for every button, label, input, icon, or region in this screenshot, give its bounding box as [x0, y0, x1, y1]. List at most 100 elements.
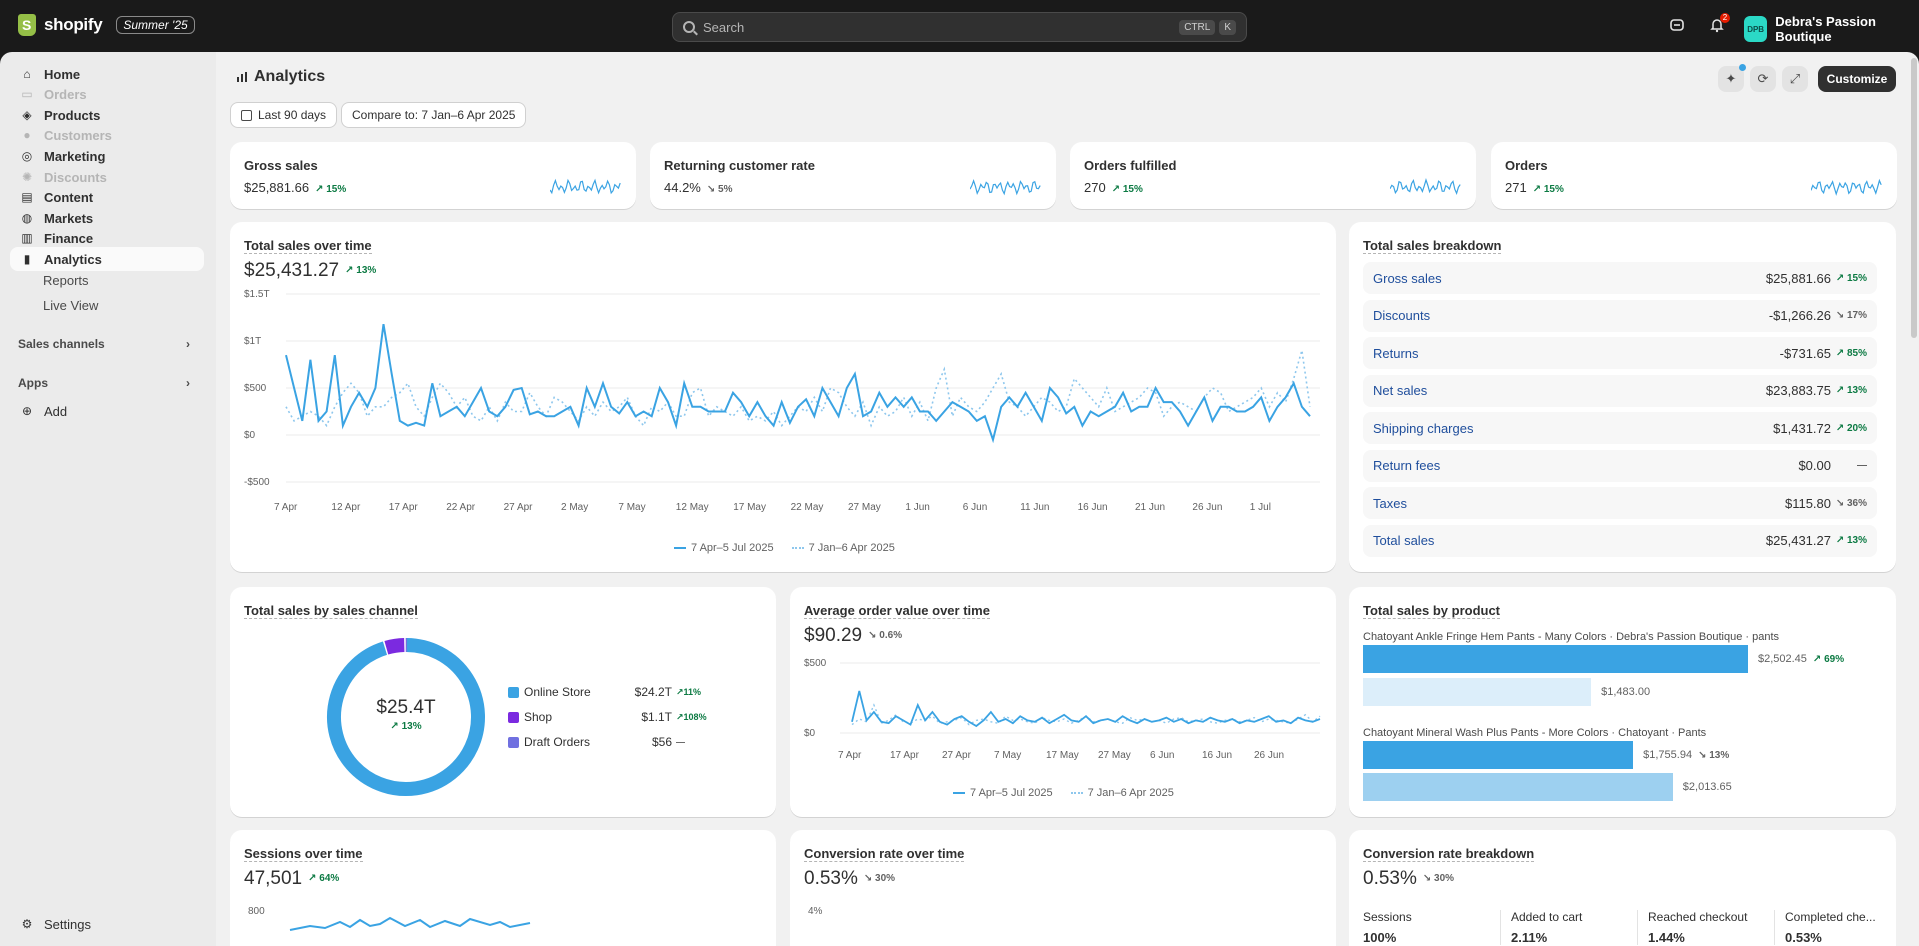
sidebar-item-label: Marketing: [44, 148, 106, 164]
donut-slice-shop: [384, 638, 405, 655]
product-bar-previous[interactable]: [1363, 678, 1592, 706]
change-text: —: [1857, 460, 1867, 471]
breakdown-label[interactable]: Total sales: [1373, 533, 1766, 548]
channel-legend-row[interactable]: Draft Orders $56 —: [508, 735, 708, 749]
aov-value: $90.29 ↘ 0.6%: [804, 625, 902, 647]
channel-change: ↗11%: [676, 686, 702, 697]
legend-previous[interactable]: 7 Jan–6 Apr 2025: [1070, 787, 1174, 799]
x-tick-label: 27 Apr: [504, 502, 534, 513]
breakdown-row-shipping-charges[interactable]: Shipping charges $1,431.72 ↗ 20%: [1363, 412, 1877, 444]
breakdown-value: $25,881.66: [1765, 270, 1831, 286]
total-sales-over-time-card[interactable]: Total sales over time $25,431.27 ↗ 13% $1…: [230, 222, 1336, 572]
breakdown-label[interactable]: Returns: [1373, 346, 1780, 361]
sidebar-item-label: Products: [44, 107, 101, 123]
compare-button[interactable]: Compare to: 7 Jan–6 Apr 2025: [341, 102, 527, 128]
search-bar[interactable]: Search CTRL K: [672, 12, 1247, 42]
apps-section[interactable]: Apps ›: [18, 376, 190, 390]
kpi-card-orders[interactable]: Orders 271 ↗ 15%: [1491, 142, 1897, 209]
sales-by-channel-card[interactable]: Total sales by sales channel $25.4T ↗ 13…: [230, 587, 776, 817]
refresh-icon[interactable]: ⟳: [1750, 66, 1776, 92]
breakdown-label[interactable]: Taxes: [1373, 496, 1785, 511]
sales-channels-section[interactable]: Sales channels ›: [18, 337, 190, 351]
sidebar-item-settings[interactable]: ⚙ Settings: [10, 912, 204, 936]
sidebar-item-reports[interactable]: Reports: [10, 268, 204, 292]
product-bar-current-label: $2,502.45 ↗ 69%: [1758, 653, 1844, 665]
breakdown-label[interactable]: Shipping charges: [1373, 421, 1773, 436]
kpi-sparkline-path: [970, 178, 1041, 196]
customize-button[interactable]: Customize: [1818, 66, 1896, 92]
product-bar-previous[interactable]: [1363, 773, 1673, 801]
legend-current[interactable]: 7 Apr–5 Jul 2025: [953, 787, 1053, 799]
change-text: 36%: [1846, 497, 1867, 509]
channel-legend-row[interactable]: Online Store $24.2T ↗11%: [508, 685, 708, 699]
change-text: 5%: [718, 184, 733, 195]
funnel-step-value: 1.44%: [1648, 930, 1685, 945]
chart-legend: 7 Apr–5 Jul 2025 7 Jan–6 Apr 2025: [953, 787, 1174, 799]
breakdown-label[interactable]: Gross sales: [1373, 271, 1766, 286]
breakdown-row-discounts[interactable]: Discounts -$1,266.26 ↘ 17%: [1363, 299, 1877, 332]
bell-icon[interactable]: 2: [1708, 13, 1730, 35]
breakdown-label[interactable]: Discounts: [1373, 308, 1769, 323]
sidebar-item-label: Home: [44, 66, 81, 82]
product-bar-previous-label: $2,013.65: [1682, 781, 1732, 793]
funnel-step[interactable]: Completed che... 0.53%: [1774, 910, 1876, 945]
change-text: 20%: [1846, 422, 1867, 434]
kpi-sparkline: [970, 178, 1041, 196]
kpi-value: 44.2% ↘ 5%: [664, 180, 733, 195]
breakdown-row-gross-sales[interactable]: Gross sales $25,881.66 ↗ 15%: [1363, 262, 1877, 294]
sidebar-item-live-view[interactable]: Live View: [10, 293, 204, 317]
expand-icon[interactable]: ⤢: [1782, 66, 1808, 92]
breakdown-row-taxes[interactable]: Taxes $115.80 ↘ 36%: [1363, 487, 1877, 519]
product-bar-current[interactable]: [1363, 645, 1748, 673]
aov-card[interactable]: Average order value over time $90.29 ↘ 0.…: [790, 587, 1336, 817]
conversion-card[interactable]: Conversion rate over time 0.53% ↘ 30% 4%: [790, 830, 1336, 946]
page-scrollbar[interactable]: [1911, 58, 1917, 338]
channel-legend-row[interactable]: Shop $1.1T ↗108%: [508, 710, 708, 724]
breakdown-row-returns[interactable]: Returns -$731.65 ↗ 85%: [1363, 337, 1877, 369]
breakdown-label[interactable]: Net sales: [1373, 383, 1766, 398]
change-text: 108%: [683, 711, 707, 722]
kpi-sparkline-path: [1811, 178, 1882, 196]
x-tick-label: 26 Jun: [1254, 750, 1284, 761]
date-range-button[interactable]: Last 90 days: [230, 102, 338, 128]
legend-label: 7 Jan–6 Apr 2025: [808, 542, 895, 554]
conversion-breakdown-card[interactable]: Conversion rate breakdown 0.53% ↘ 30% Ses…: [1349, 830, 1896, 946]
change-text: 0.6%: [879, 630, 903, 642]
total-sales-breakdown-card[interactable]: Total sales breakdown Gross sales $25,881…: [1349, 222, 1896, 572]
change-text: 15%: [1543, 184, 1564, 195]
legend-previous[interactable]: 7 Jan–6 Apr 2025: [791, 542, 895, 554]
kpi-card-orders-fulfilled[interactable]: Orders fulfilled 270 ↗ 15%: [1070, 142, 1476, 209]
sparkle-icon[interactable]: ✦: [1718, 64, 1746, 92]
date-range-label: Last 90 days: [258, 108, 327, 122]
legend-dotted-swatch: [791, 547, 804, 549]
sidekick-icon[interactable]: [1668, 17, 1686, 35]
breakdown-value: -$1,266.26: [1768, 308, 1831, 323]
product-name[interactable]: Chatoyant Mineral Wash Plus Pants - More…: [1363, 727, 1706, 739]
breakdown-row-return-fees[interactable]: Return fees $0.00 —: [1363, 449, 1877, 482]
kpi-card-gross-sales[interactable]: Gross sales $25,881.66 ↗ 15%: [230, 142, 636, 209]
sales-by-product-card[interactable]: Total sales by product Chatoyant Ankle F…: [1349, 587, 1896, 817]
breakdown-label[interactable]: Return fees: [1373, 458, 1798, 473]
kpi-value: 270 ↗ 15%: [1084, 180, 1143, 195]
breakdown-change: ↗ 13%: [1835, 535, 1867, 546]
breakdown-row-net-sales[interactable]: Net sales $23,883.75 ↗ 13%: [1363, 374, 1877, 407]
card-title: Total sales by product: [1363, 603, 1501, 619]
add-app-button[interactable]: ⊕ Add: [10, 399, 204, 423]
product-bar-current[interactable]: [1363, 741, 1634, 769]
breakdown-row-total-sales[interactable]: Total sales $25,431.27 ↗ 13%: [1363, 524, 1877, 557]
funnel-step[interactable]: Added to cart 2.11%: [1500, 910, 1582, 945]
card-title: Total sales over time: [244, 238, 372, 254]
shopify-logo[interactable]: shopify Summer '25: [18, 14, 195, 36]
product-name[interactable]: Chatoyant Ankle Fringe Hem Pants - Many …: [1363, 631, 1779, 643]
x-tick-label: 22 Apr: [446, 502, 476, 513]
x-tick-label: 12 May: [676, 502, 709, 513]
kpi-card-returning-customer-rate[interactable]: Returning customer rate 44.2% ↘ 5%: [650, 142, 1056, 209]
sessions-card[interactable]: Sessions over time 47,501 ↗ 64% 800: [230, 830, 776, 946]
legend-current[interactable]: 7 Apr–5 Jul 2025: [674, 542, 774, 554]
change-text: 15%: [1122, 184, 1143, 195]
edition-badge[interactable]: Summer '25: [116, 16, 195, 34]
funnel-step[interactable]: Sessions 100%: [1363, 910, 1412, 945]
x-tick-label: 27 Apr: [942, 750, 972, 761]
funnel-step[interactable]: Reached checkout 1.44%: [1637, 910, 1747, 945]
store-menu[interactable]: DPB Debra's Passion Boutique: [1744, 14, 1919, 44]
